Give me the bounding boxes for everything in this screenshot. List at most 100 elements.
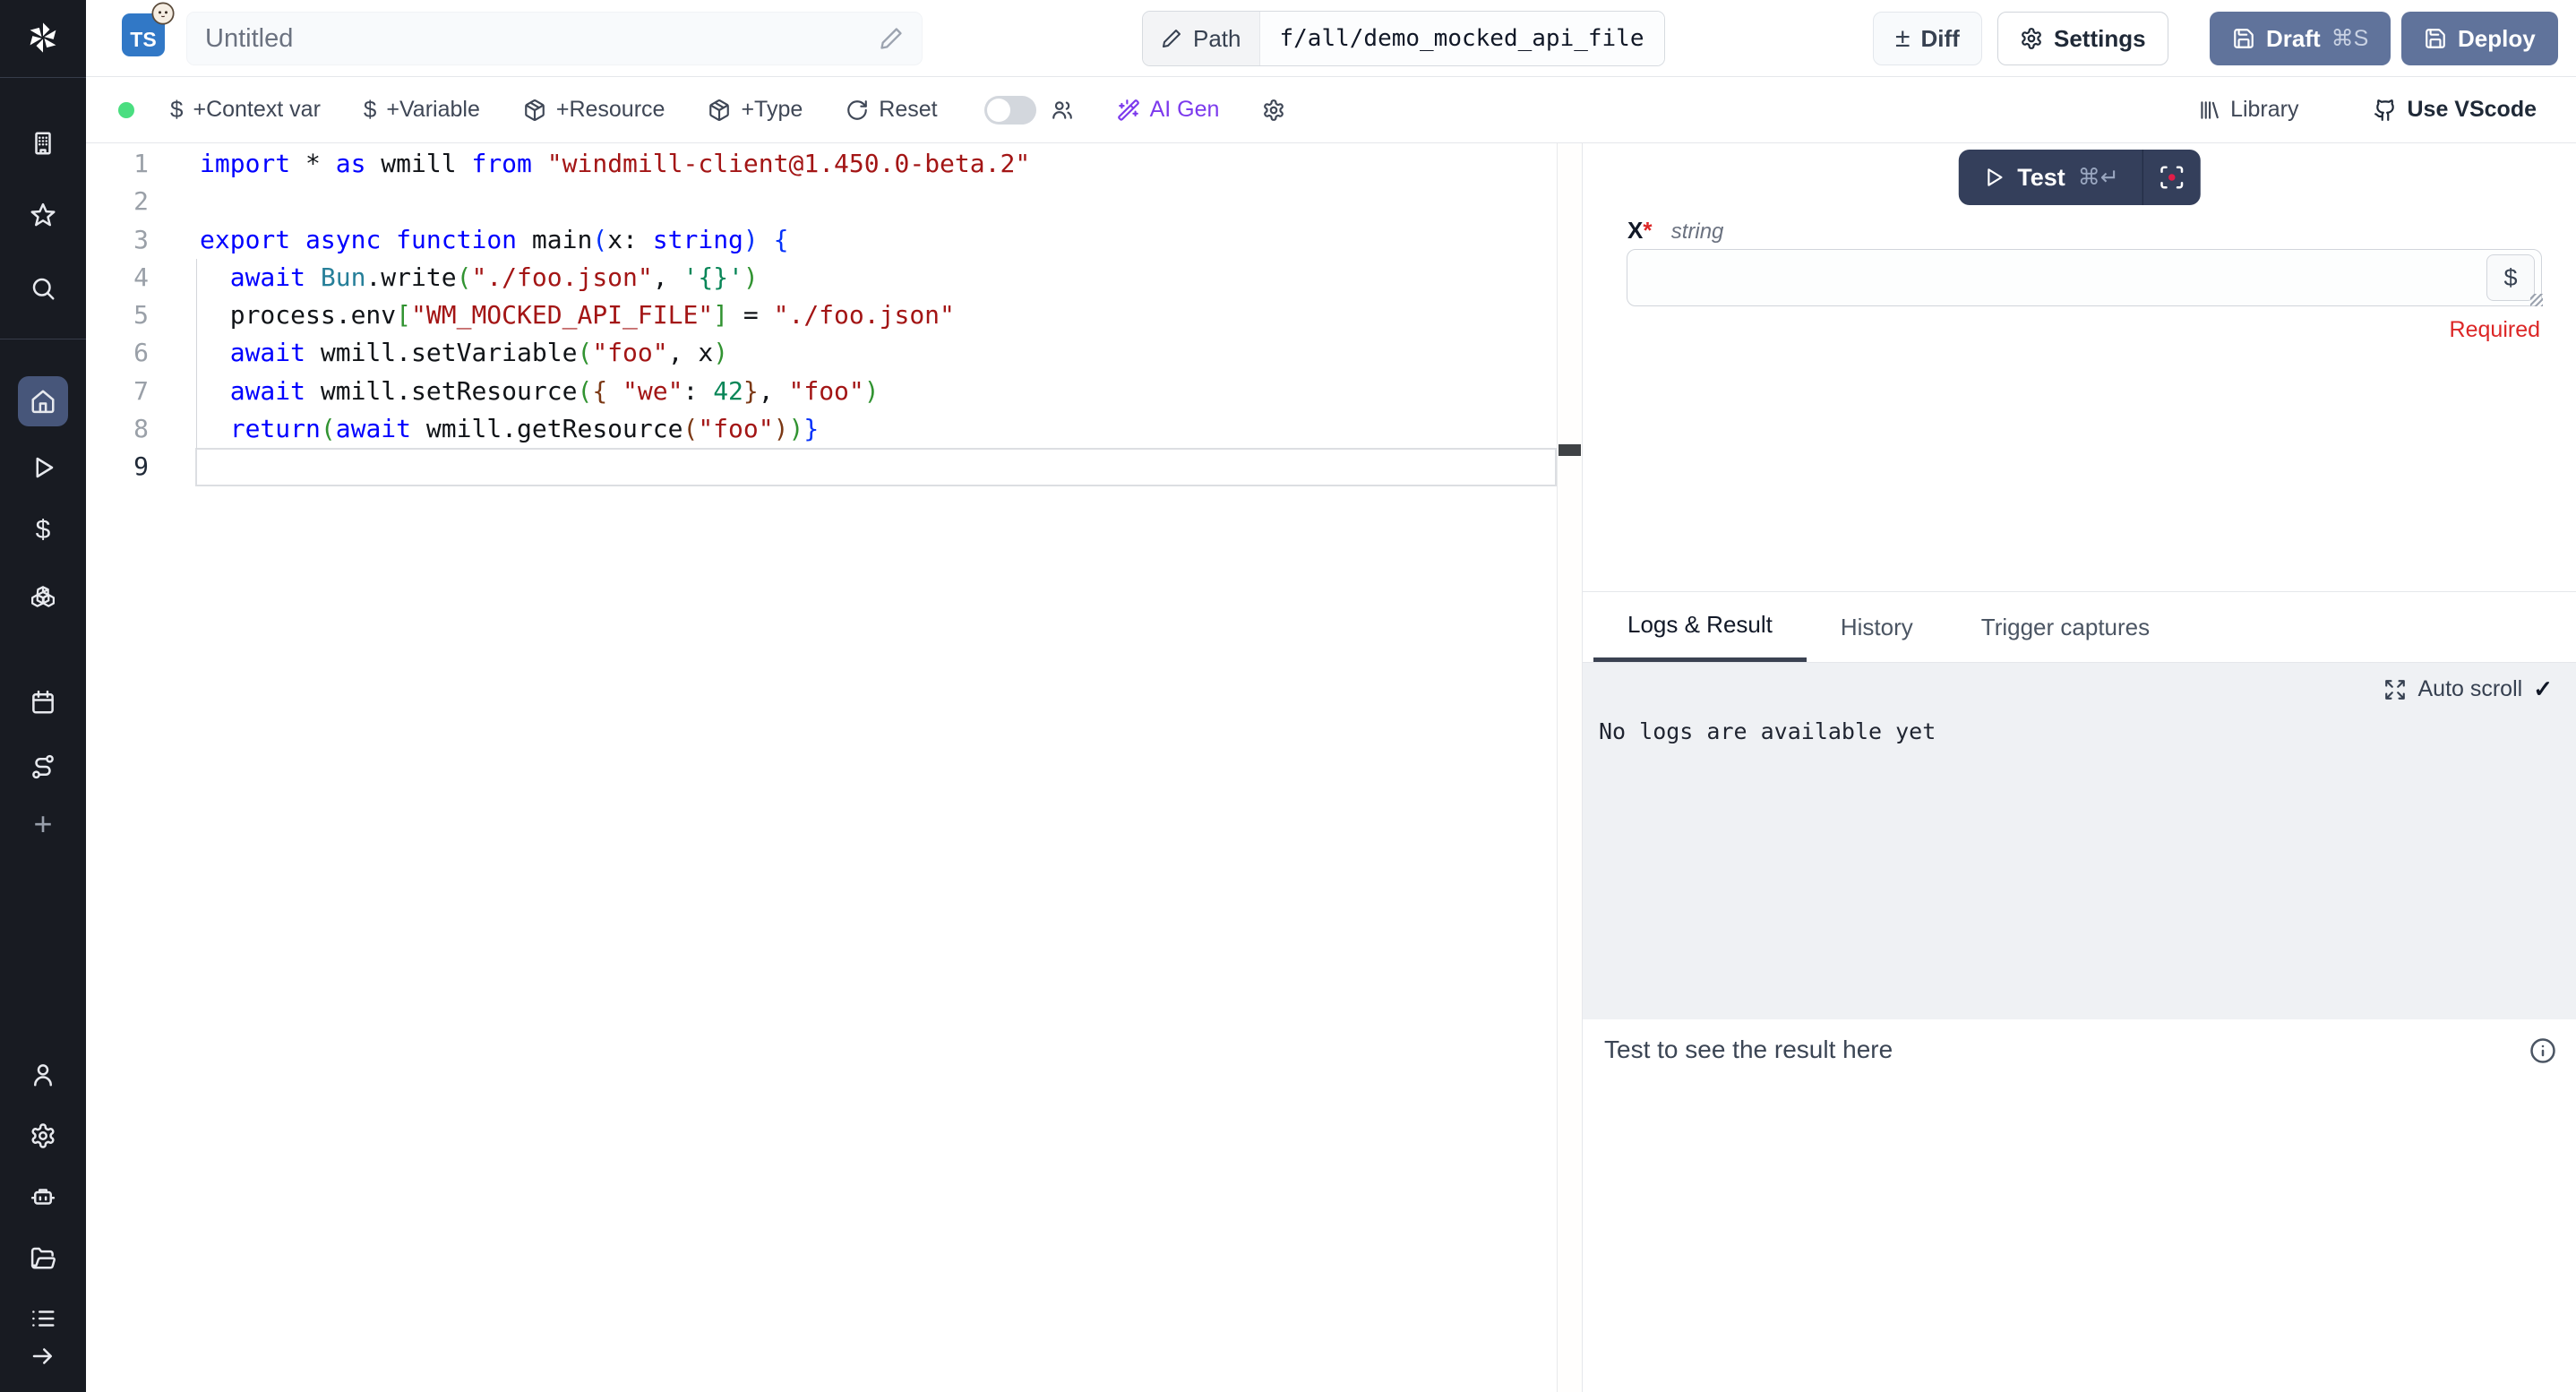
language-server-status-dot xyxy=(118,102,134,118)
code-line[interactable]: import * as wmill from "windmill-client@… xyxy=(195,145,1557,183)
diff-button[interactable]: ± Diff xyxy=(1873,12,1982,65)
ai-gen-label: AI Gen xyxy=(1150,97,1220,123)
code-line[interactable]: await wmill.setResource({ "we": 42}, "fo… xyxy=(195,373,1557,410)
expand-logs-icon[interactable] xyxy=(2383,678,2407,701)
ai-gen-button[interactable]: AI Gen xyxy=(1117,97,1220,123)
capture-frame-icon xyxy=(2159,164,2185,191)
arg-x-input[interactable] xyxy=(1627,249,2542,306)
editor-toolbar: $ +Context var $ +Variable +Resource +Ty… xyxy=(86,77,2576,143)
argument-name: X xyxy=(1627,217,1643,244)
play-icon xyxy=(1981,166,2005,189)
sidebar-item-folders-icon[interactable] xyxy=(23,1238,63,1277)
path-label-section: Path xyxy=(1143,12,1260,65)
tab-history[interactable]: History xyxy=(1807,592,1947,662)
argument-type: string xyxy=(1671,219,1724,244)
code-line[interactable]: process.env["WM_MOCKED_API_FILE"] = "./f… xyxy=(195,296,1557,334)
use-vscode-button[interactable]: Use VScode xyxy=(2374,97,2537,123)
line-number: 6 xyxy=(86,334,149,372)
reset-label: Reset xyxy=(879,97,937,123)
auto-scroll-control[interactable]: Auto scroll ✓ xyxy=(2383,675,2553,703)
settings-button[interactable]: Settings xyxy=(1997,12,2168,65)
argument-label-row: X* string xyxy=(1627,217,1723,245)
code-line[interactable]: await wmill.setVariable("foo", x) xyxy=(195,334,1557,372)
sidebar-item-runs-play-icon[interactable] xyxy=(23,448,63,487)
tab-trigger-captures[interactable]: Trigger captures xyxy=(1947,592,2184,662)
add-type-button[interactable]: +Type xyxy=(708,97,803,123)
sidebar-item-resources-boxes-icon[interactable] xyxy=(23,577,63,616)
sidebar-item-audit-logs-list-icon[interactable] xyxy=(23,1299,63,1338)
required-asterisk: * xyxy=(1643,217,1652,244)
auto-scroll-checkbox[interactable]: ✓ xyxy=(2533,675,2553,703)
line-number: 4 xyxy=(86,259,149,296)
editor-gutter: 123456789 xyxy=(86,143,195,1392)
add-context-var-button[interactable]: $ +Context var xyxy=(170,96,321,124)
sidebar-divider xyxy=(0,77,86,78)
test-button[interactable]: Test ⌘↵ xyxy=(1958,150,2142,205)
code-line[interactable]: await Bun.write("./foo.json", '{}') xyxy=(195,259,1557,296)
script-title-field[interactable]: Untitled xyxy=(186,12,923,65)
github-icon xyxy=(2374,99,2397,122)
windmill-logo-icon[interactable] xyxy=(20,14,66,61)
code-line[interactable] xyxy=(195,183,1557,220)
code-lines[interactable]: import * as wmill from "windmill-client@… xyxy=(195,143,1557,1392)
dollar-icon: $ xyxy=(170,96,183,124)
path-label: Path xyxy=(1193,25,1241,53)
logs-panel: Auto scroll ✓ No logs are available yet xyxy=(1583,663,2576,1019)
line-number: 9 xyxy=(86,448,149,485)
info-icon[interactable] xyxy=(2529,1037,2556,1064)
draft-button[interactable]: Draft ⌘S xyxy=(2210,12,2391,65)
add-variable-button[interactable]: $ +Variable xyxy=(364,96,480,124)
line-number: 7 xyxy=(86,373,149,410)
line-number: 3 xyxy=(86,221,149,259)
sidebar-add-plus-icon[interactable]: + xyxy=(23,804,63,844)
deploy-button[interactable]: Deploy xyxy=(2401,12,2558,65)
edit-path-pencil-icon xyxy=(1161,28,1182,49)
reset-rotate-icon xyxy=(846,99,869,122)
sidebar-item-settings-gear-icon[interactable] xyxy=(23,1116,63,1156)
plus-minus-icon: ± xyxy=(1895,25,1910,52)
add-context-var-label: +Context var xyxy=(193,97,320,123)
tab-logs-and-result[interactable]: Logs & Result xyxy=(1593,592,1807,662)
result-placeholder: Test to see the result here xyxy=(1604,1035,1893,1064)
input-resize-handle[interactable] xyxy=(2530,294,2543,306)
code-line[interactable]: export async function main(x: string) { xyxy=(195,221,1557,259)
code-line[interactable] xyxy=(195,448,1557,485)
result-tabs: Logs & Result History Trigger captures xyxy=(1583,591,2576,663)
sidebar-item-workers-robot-icon[interactable] xyxy=(23,1177,63,1216)
sidebar-item-schedules-calendar-icon[interactable] xyxy=(23,683,63,722)
auto-scroll-label: Auto scroll xyxy=(2417,676,2522,702)
package-icon xyxy=(523,99,546,122)
deploy-button-label: Deploy xyxy=(2458,25,2536,53)
code-line[interactable]: return(await wmill.getResource("foo"))} xyxy=(195,410,1557,448)
capture-run-button[interactable] xyxy=(2143,150,2201,205)
multiplayer-toggle[interactable] xyxy=(984,96,1036,125)
workspace-building-icon[interactable] xyxy=(23,124,63,163)
test-button-group[interactable]: Test ⌘↵ xyxy=(1958,150,2200,205)
editor-overview-ruler[interactable] xyxy=(1557,143,1582,1392)
result-panel: Test to see the result here xyxy=(1583,1019,2576,1392)
code-editor[interactable]: 123456789 import * as wmill from "windmi… xyxy=(86,143,1582,1392)
bun-runtime-icon xyxy=(150,1,176,26)
library-button[interactable]: Library xyxy=(2197,97,2298,123)
logs-empty-message: No logs are available yet xyxy=(1599,718,1936,744)
run-panel: Test ⌘↵ X* string $ Required xyxy=(1582,143,2576,1392)
multiplayer-users-icon xyxy=(1051,99,1074,122)
sidebar-item-routes-icon[interactable] xyxy=(23,747,63,786)
path-chip[interactable]: Path f/all/demo_mocked_api_file xyxy=(1142,11,1665,66)
save-icon xyxy=(2232,27,2255,50)
add-variable-label: +Variable xyxy=(386,97,479,123)
favorites-star-icon[interactable] xyxy=(23,195,63,235)
sidebar-collapse-arrow-icon[interactable] xyxy=(23,1336,63,1376)
add-resource-button[interactable]: +Resource xyxy=(523,97,665,123)
search-icon[interactable] xyxy=(23,269,63,308)
sidebar-item-home[interactable] xyxy=(18,376,68,426)
reset-button[interactable]: Reset xyxy=(846,97,937,123)
insert-variable-button[interactable]: $ xyxy=(2486,254,2535,301)
required-warning: Required xyxy=(2450,317,2540,343)
sidebar-item-variables-dollar-icon[interactable]: $ xyxy=(23,511,63,550)
edit-title-pencil-icon[interactable] xyxy=(879,26,904,51)
settings-button-label: Settings xyxy=(2054,25,2146,53)
sidebar-item-user-icon[interactable] xyxy=(23,1055,63,1095)
gear-icon xyxy=(2020,27,2043,50)
editor-settings-gear-icon[interactable] xyxy=(1262,99,1285,122)
